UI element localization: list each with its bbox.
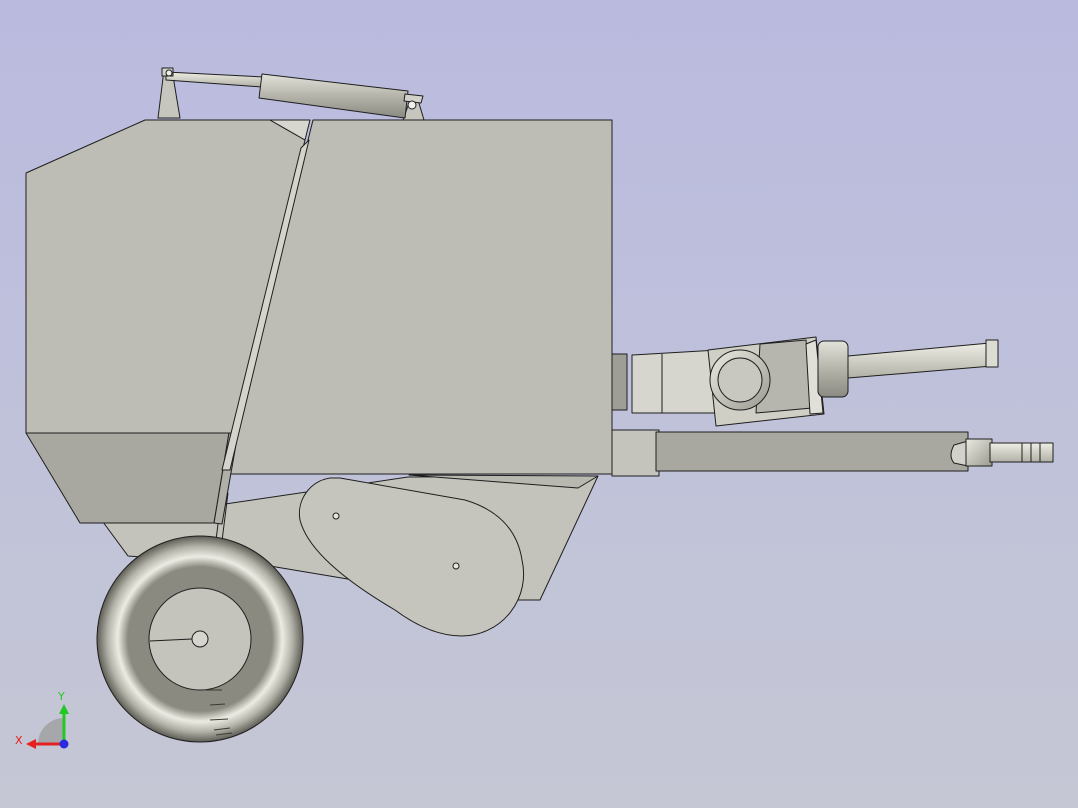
baler-body[interactable]: [25, 119, 613, 525]
drawbar[interactable]: [611, 429, 1054, 477]
x-axis-label: X: [15, 734, 23, 747]
baler-model[interactable]: Y X: [0, 0, 1078, 808]
pto-driveline[interactable]: [611, 336, 999, 427]
y-axis-label: Y: [57, 690, 65, 703]
z-axis-icon: [59, 739, 69, 749]
axis-triad: Y X: [15, 690, 69, 749]
wheel[interactable]: [96, 535, 304, 743]
cad-3d-viewport[interactable]: Y X: [0, 0, 1078, 808]
hydraulic-cylinder[interactable]: [157, 67, 425, 121]
